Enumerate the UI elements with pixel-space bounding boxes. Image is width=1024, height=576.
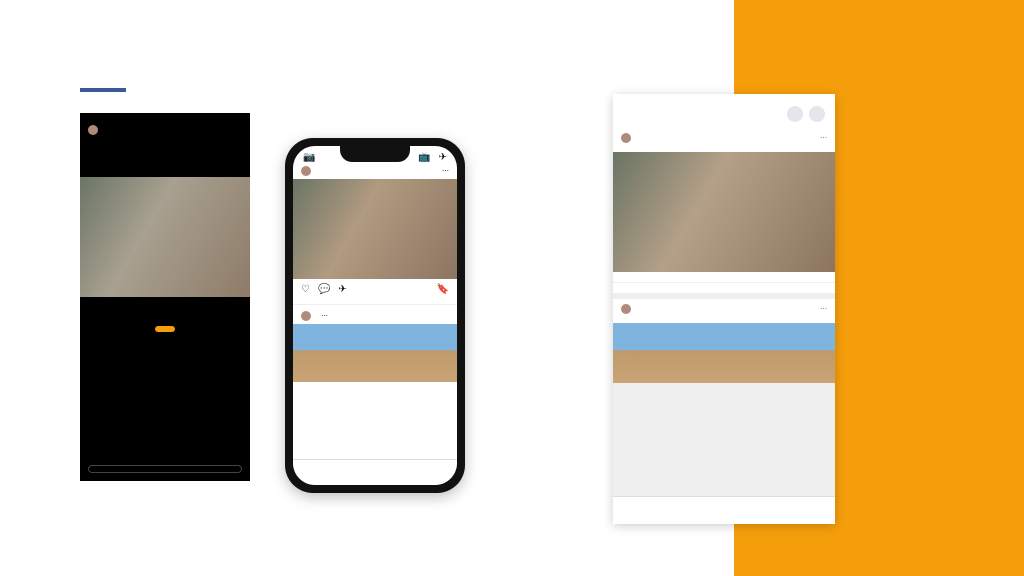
bookmark-icon[interactable]: 🔖 xyxy=(437,284,449,295)
post-header[interactable]: ⋯ xyxy=(613,128,835,148)
send-message-input[interactable] xyxy=(88,465,242,473)
avatar[interactable] xyxy=(88,125,98,135)
free-watch-button[interactable] xyxy=(155,326,175,332)
ig-story-screenshot xyxy=(80,113,250,481)
instagram-screen: 📷 📺 ✈ ⋯ ♡ 💬 ✈ 🔖 xyxy=(293,146,457,485)
more-icon[interactable]: ⋯ xyxy=(321,312,328,320)
phone-notch xyxy=(340,146,410,162)
post-header[interactable]: ⋯ xyxy=(293,163,457,179)
avatar[interactable] xyxy=(621,133,631,143)
direct-icon[interactable]: ✈ xyxy=(439,152,447,163)
facebook-screenshot: ⋯ xyxy=(613,94,835,524)
post-actions: ♡ 💬 ✈ 🔖 xyxy=(293,279,457,300)
instagram-tabbar xyxy=(293,459,457,485)
story-title-block xyxy=(80,141,250,177)
post2-media[interactable] xyxy=(293,324,457,382)
facebook-tabbar xyxy=(613,496,835,524)
post-media[interactable] xyxy=(293,179,457,279)
fb-post-2: ⋯ xyxy=(613,299,835,383)
post-media[interactable] xyxy=(613,152,835,272)
post-media[interactable] xyxy=(613,323,835,383)
post2-header[interactable]: ⋯ xyxy=(293,304,457,324)
more-icon[interactable]: ⋯ xyxy=(442,167,449,175)
instagram-phone-frame: 📷 📺 ✈ ⋯ ♡ 💬 ✈ 🔖 xyxy=(285,138,465,493)
post-header[interactable]: ⋯ xyxy=(613,299,835,319)
like-icon[interactable]: ♡ xyxy=(301,284,310,295)
camera-icon[interactable]: 📷 xyxy=(303,152,315,163)
post-actions xyxy=(613,283,835,293)
igtv-icon[interactable]: 📺 xyxy=(418,152,430,163)
story-cta xyxy=(80,326,250,334)
post-stats[interactable] xyxy=(613,272,835,283)
avatar[interactable] xyxy=(621,304,631,314)
story-media[interactable] xyxy=(80,177,250,297)
share-icon[interactable]: ✈ xyxy=(338,284,346,295)
avatar[interactable] xyxy=(301,311,311,321)
search-icon[interactable] xyxy=(787,106,803,122)
status-bar xyxy=(613,94,835,102)
avatar[interactable] xyxy=(301,166,311,176)
comment-icon[interactable]: 💬 xyxy=(318,284,330,295)
hashtag xyxy=(80,297,250,301)
more-icon[interactable]: ⋯ xyxy=(820,134,827,142)
title-underline xyxy=(80,88,126,92)
messenger-icon[interactable] xyxy=(809,106,825,122)
story-header xyxy=(80,119,250,141)
facebook-header xyxy=(613,104,835,128)
fb-post-1: ⋯ xyxy=(613,128,835,293)
more-icon[interactable]: ⋯ xyxy=(820,305,827,313)
